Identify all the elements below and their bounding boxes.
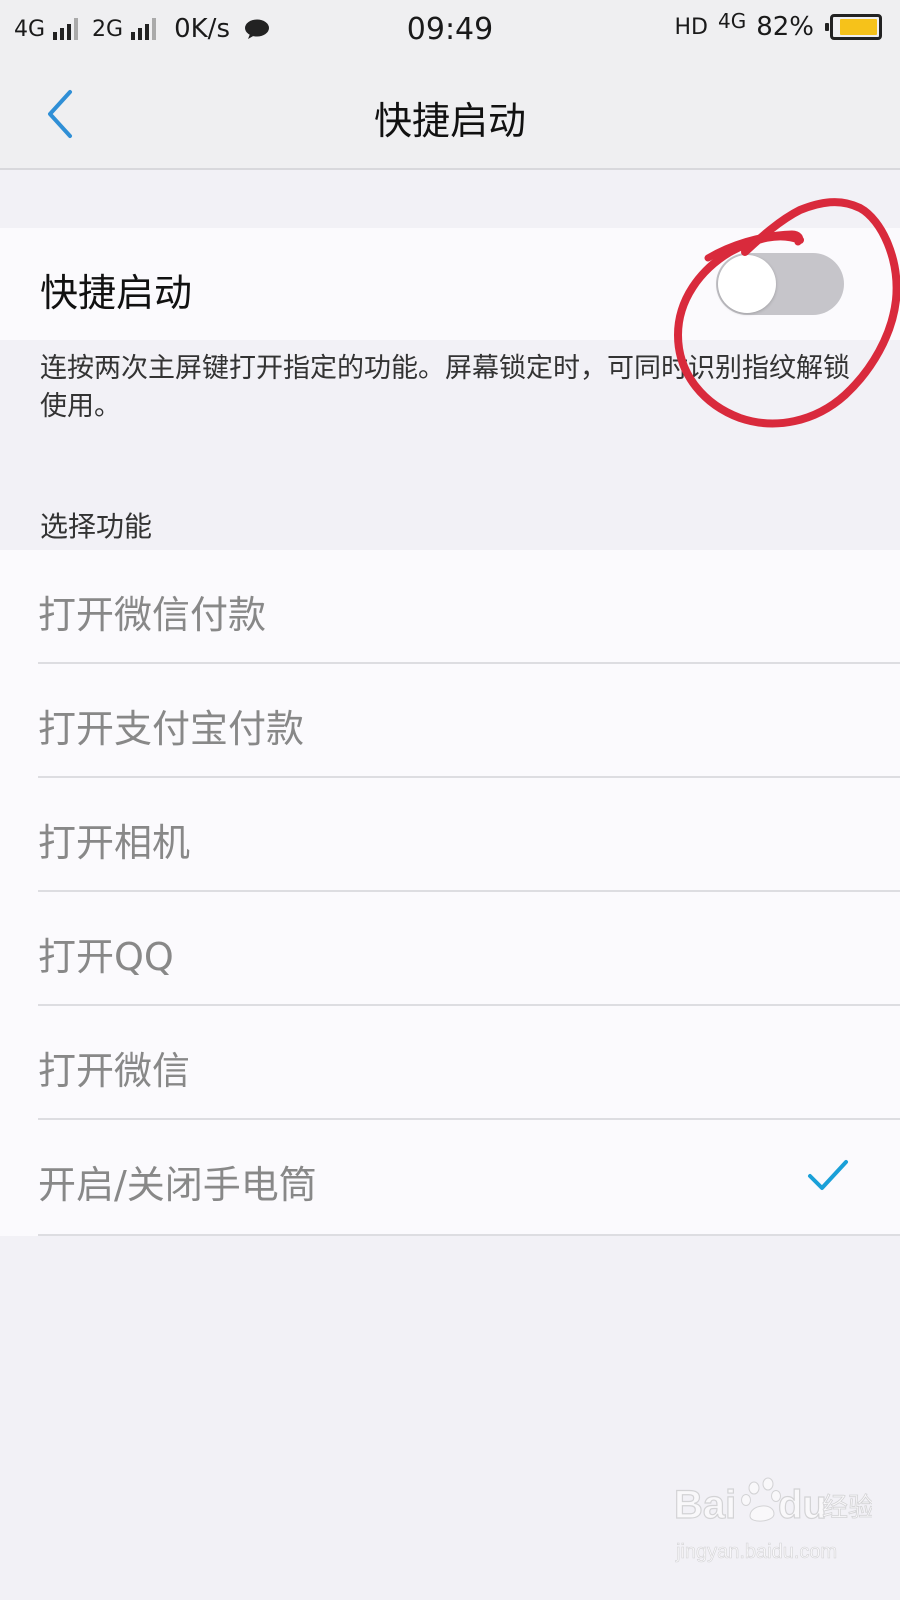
option-label: 打开支付宝付款 xyxy=(38,707,305,751)
option-flashlight[interactable]: 开启/关闭手电筒 xyxy=(0,1120,900,1236)
option-alipay[interactable]: 打开支付宝付款 xyxy=(0,664,900,778)
option-label: 打开微信 xyxy=(38,1049,191,1093)
option-label: 打开微信付款 xyxy=(38,593,267,637)
status-bar: 4G 2G 0K/s 09:49 HD 4G 82% xyxy=(0,0,900,60)
battery-percent: 82% xyxy=(756,12,814,42)
battery-icon xyxy=(825,14,882,40)
divider xyxy=(38,1234,900,1236)
svg-text:du: du xyxy=(778,1483,827,1527)
hd-indicator: HD xyxy=(674,14,708,40)
baidu-jingyan-watermark: Bai du 经验 jingyan.baidu.com xyxy=(673,1477,872,1563)
option-wechat[interactable]: 打开微信 xyxy=(0,1006,900,1120)
nav-bar: 快捷启动 xyxy=(0,60,900,170)
svg-text:jingyan.baidu.com: jingyan.baidu.com xyxy=(675,1541,837,1563)
status-right: HD 4G 82% xyxy=(674,9,882,42)
checkmark-icon xyxy=(808,1160,848,1190)
section-header: 选择功能 xyxy=(40,510,153,543)
network-type-3: 4G xyxy=(717,9,747,33)
option-label: 打开相机 xyxy=(38,821,191,865)
quick-launch-toggle[interactable] xyxy=(716,253,844,315)
svg-text:Bai: Bai xyxy=(674,1483,736,1527)
option-camera[interactable]: 打开相机 xyxy=(0,778,900,892)
page-title: 快捷启动 xyxy=(373,99,526,143)
option-label: 开启/关闭手电筒 xyxy=(38,1163,317,1207)
screen: 4G 2G 0K/s 09:49 HD 4G 82% 快捷启动 快捷启动 连按两… xyxy=(0,0,900,1600)
option-label: 打开QQ xyxy=(38,935,174,979)
svg-text:经验: 经验 xyxy=(822,1493,872,1523)
battery-level xyxy=(840,19,877,35)
toggle-label: 快捷启动 xyxy=(40,271,193,315)
option-qq[interactable]: 打开QQ xyxy=(0,892,900,1006)
function-option-list: 打开微信付款 打开支付宝付款 打开相机 打开QQ 打开微信 开启/关闭手电筒 xyxy=(0,550,900,1236)
toggle-description: 连按两次主屏键打开指定的功能。屏幕锁定时，可同时识别指纹解锁使用。 xyxy=(40,353,850,422)
option-wechat-pay[interactable]: 打开微信付款 xyxy=(0,550,900,664)
toggle-knob xyxy=(718,255,776,313)
